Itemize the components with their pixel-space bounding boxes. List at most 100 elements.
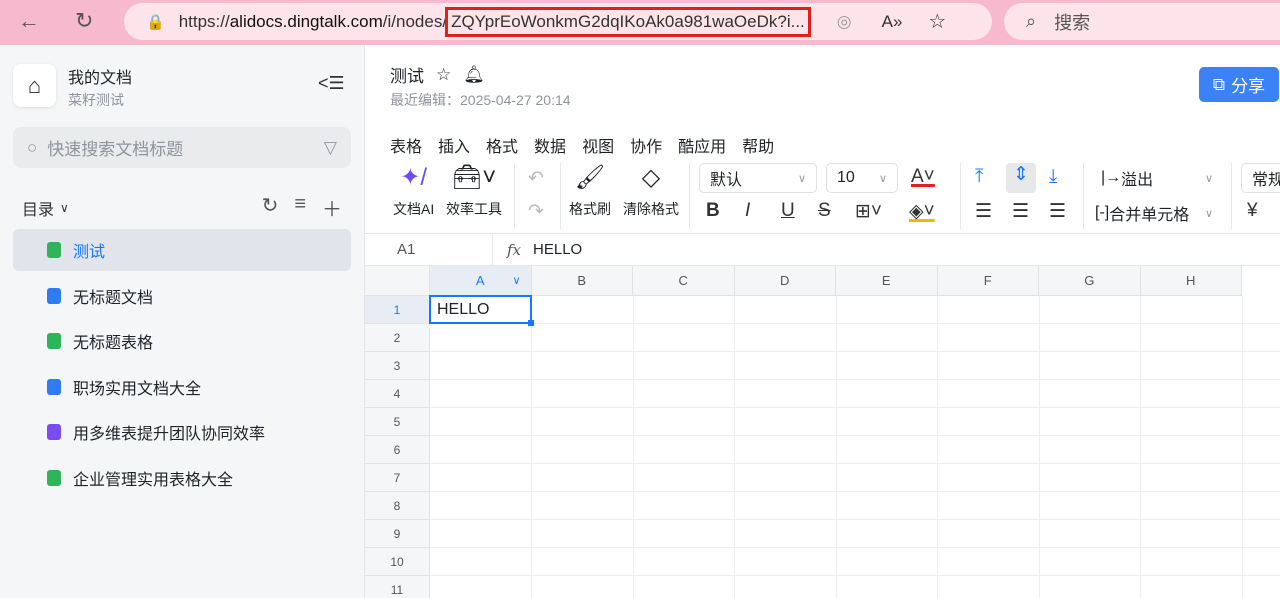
directory-label[interactable]: 目录 xyxy=(22,196,54,220)
sidebar-item[interactable]: 测试 xyxy=(13,229,351,271)
row-header[interactable]: 2 xyxy=(365,324,430,352)
share-button[interactable]: ⧉ 分享 xyxy=(1199,67,1279,102)
column-label: B xyxy=(577,273,587,288)
align-top-icon[interactable]: ⤒ xyxy=(975,166,983,188)
url-host: alidocs.dingtalk.com xyxy=(229,11,383,31)
menu-item[interactable]: 视图 xyxy=(582,133,614,157)
formula-input[interactable]: HELLO xyxy=(533,241,582,258)
label: 文档AI xyxy=(393,201,435,217)
italic-icon[interactable]: I xyxy=(745,200,750,222)
filter-icon[interactable]: ▽ xyxy=(324,138,337,158)
sidebar-item[interactable]: 无标题文档 xyxy=(13,275,351,317)
doc-title[interactable]: 测试 xyxy=(390,62,424,87)
refresh-icon[interactable]: ↻ xyxy=(262,193,279,222)
underline-icon[interactable]: U xyxy=(781,200,795,222)
select-all-corner[interactable] xyxy=(365,266,430,296)
row-header[interactable]: 11 xyxy=(365,576,430,598)
efficiency-tools-button[interactable]: 🧰︎˅ 效率工具 xyxy=(446,163,502,233)
row-header[interactable]: 3 xyxy=(365,352,430,380)
sort-icon[interactable]: ≡ xyxy=(294,193,306,222)
sidebar-item[interactable]: 用多维表提升团队协同效率 xyxy=(13,411,351,453)
collapse-sidebar-icon[interactable]: <☰ xyxy=(318,73,345,94)
row-header[interactable]: 5 xyxy=(365,408,430,436)
sidebar-item[interactable]: 无标题表格 xyxy=(13,320,351,362)
search-placeholder: 搜索 xyxy=(1054,12,1091,33)
cell-A1[interactable]: HELLO xyxy=(429,295,534,326)
menu-item[interactable]: 协作 xyxy=(630,133,662,157)
size-value: 10 xyxy=(837,169,855,186)
favorite-star-icon[interactable]: ☆ xyxy=(928,9,946,34)
edge-icon[interactable]: ◎ xyxy=(837,12,852,32)
sidebar-item[interactable]: 企业管理实用表格大全 xyxy=(13,457,351,499)
menu-item[interactable]: 数据 xyxy=(534,133,566,157)
row-header[interactable]: 9 xyxy=(365,520,430,548)
clear-format-button[interactable]: ◇ 清除格式 xyxy=(623,163,679,233)
strikethrough-icon[interactable]: S xyxy=(818,200,831,222)
column-header[interactable]: H xyxy=(1140,266,1242,296)
back-icon[interactable]: ← xyxy=(18,8,40,34)
sidebar-item[interactable]: 职场实用文档大全 xyxy=(13,366,351,408)
menu-item[interactable]: 插入 xyxy=(438,133,470,157)
sidebar-item-label: 用多维表提升团队协同效率 xyxy=(73,426,266,443)
fill-handle[interactable] xyxy=(528,320,534,326)
url-path: /i/nodes/ xyxy=(382,11,448,31)
address-bar[interactable]: 🔒 https://alidocs.dingtalk.com/i/nodes/Z… xyxy=(124,3,992,40)
chevron-down-icon[interactable]: ∨ xyxy=(512,274,520,287)
row-header[interactable]: 7 xyxy=(365,464,430,492)
sidebar-item-label: 无标题表格 xyxy=(73,335,154,352)
row-header[interactable]: 4 xyxy=(365,380,430,408)
cell-reference[interactable]: A1 xyxy=(365,234,493,265)
column-header[interactable]: C xyxy=(633,266,735,296)
browser-search[interactable]: ⌕ 搜索 xyxy=(1004,3,1280,40)
row-label: 10 xyxy=(390,554,404,569)
search-placeholder: 快速搜索文档标题 xyxy=(47,140,184,159)
menu-item[interactable]: 表格 xyxy=(390,133,422,157)
column-header[interactable]: E xyxy=(836,266,938,296)
overflow-select[interactable]: |→ 溢出 ∨ xyxy=(1093,163,1223,193)
doc-file-icon xyxy=(47,378,61,395)
align-bottom-icon[interactable]: ⤓ xyxy=(1049,166,1057,188)
bell-icon[interactable]: 🔔︎ xyxy=(463,65,485,85)
read-aloud-icon[interactable]: A» xyxy=(882,12,903,32)
doc-ai-button[interactable]: ✦/ 文档AI xyxy=(393,163,434,233)
label: 格式刷 xyxy=(569,201,611,217)
add-icon[interactable]: ＋ xyxy=(322,193,342,222)
align-center-icon[interactable]: ☰ xyxy=(1012,200,1029,223)
fill-color-icon[interactable]: ◈˅ xyxy=(909,200,935,223)
row-label: 11 xyxy=(390,582,404,597)
menu-item[interactable]: 帮助 xyxy=(742,133,774,157)
bold-icon[interactable]: B xyxy=(706,200,720,222)
doc-search-input[interactable]: ○ 快速搜索文档标题 ▽ xyxy=(13,127,351,168)
undo-icon[interactable]: ↶ xyxy=(528,167,544,190)
row-header[interactable]: 6 xyxy=(365,436,430,464)
fx-icon: fx xyxy=(507,240,522,259)
font-color-icon[interactable]: A˅ xyxy=(911,166,935,188)
merge-cells-select[interactable]: [-] 合并单元格 ∨ xyxy=(1093,198,1223,228)
format-painter-button[interactable]: 🖌︎ 格式刷 xyxy=(569,163,611,233)
font-select[interactable]: 默认 ∨ xyxy=(699,163,817,193)
currency-button[interactable]: ¥ xyxy=(1247,200,1258,222)
align-middle-icon[interactable]: ⇕ xyxy=(1006,163,1036,193)
redo-icon[interactable]: ↷ xyxy=(528,200,544,223)
sheet-file-icon xyxy=(47,242,61,258)
menu-item[interactable]: 酷应用 xyxy=(678,133,726,157)
menu-item[interactable]: 格式 xyxy=(486,133,518,157)
chevron-down-icon[interactable]: ∨ xyxy=(60,201,69,215)
borders-icon[interactable]: ⊞˅ xyxy=(855,200,882,223)
refresh-icon[interactable]: ↻ xyxy=(75,8,93,34)
column-header[interactable]: F xyxy=(937,266,1039,296)
column-header[interactable]: B xyxy=(531,266,633,296)
align-left-icon[interactable]: ☰ xyxy=(975,200,992,223)
row-header[interactable]: 10 xyxy=(365,548,430,576)
spreadsheet-grid[interactable]: A ∨ B C D E F G H 1 2 3 4 5 6 7 8 9 10 11 HELLO xyxy=(365,266,1280,598)
column-header[interactable]: G xyxy=(1039,266,1141,296)
font-size-select[interactable]: 10 ∨ xyxy=(826,163,898,193)
home-icon[interactable]: ⌂ xyxy=(13,64,56,107)
number-format-select[interactable]: 常规 xyxy=(1241,163,1280,193)
column-header[interactable]: D xyxy=(734,266,836,296)
column-header[interactable]: A ∨ xyxy=(430,266,532,296)
row-header[interactable]: 1 xyxy=(365,296,430,324)
row-header[interactable]: 8 xyxy=(365,492,430,520)
star-icon[interactable]: ☆ xyxy=(436,65,451,85)
align-right-icon[interactable]: ☰ xyxy=(1049,200,1066,223)
